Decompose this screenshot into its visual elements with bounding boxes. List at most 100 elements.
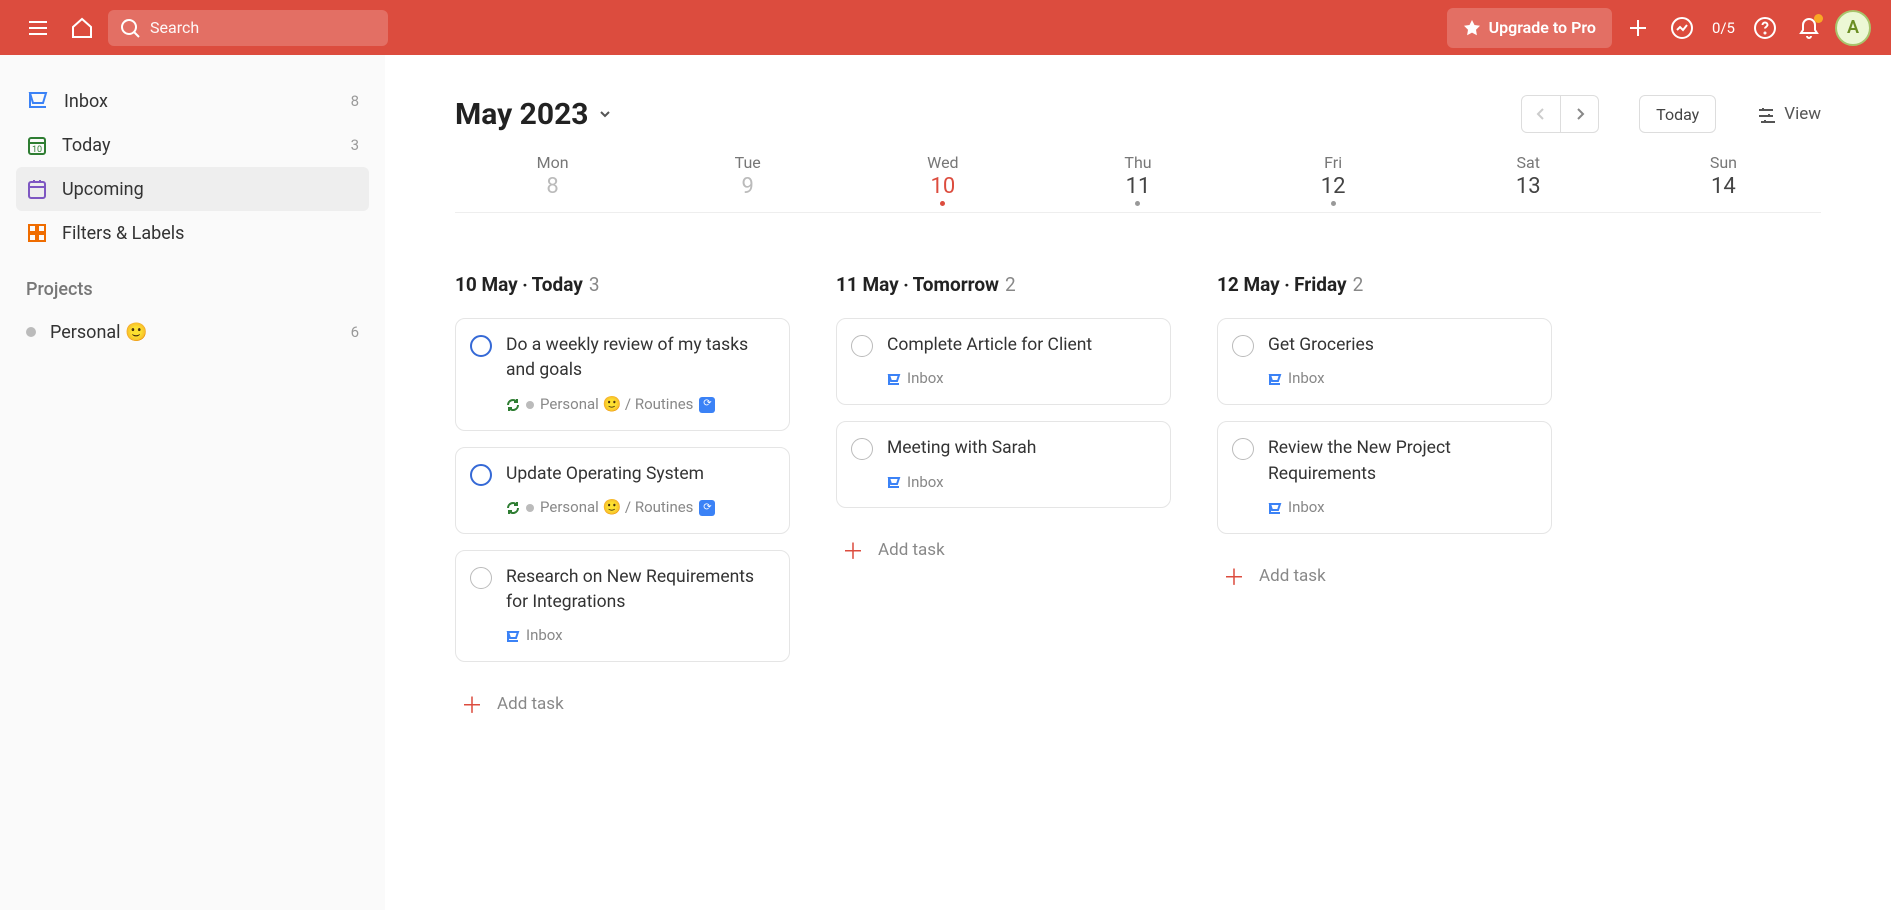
day-cell[interactable]: Fri 12 [1236,153,1431,206]
prev-week-button[interactable] [1522,96,1560,132]
sidebar-item-upcoming[interactable]: Upcoming [16,167,369,211]
upgrade-button[interactable]: Upgrade to Pro [1447,8,1612,48]
content: May 2023 Today View Mon 8Tue 9Wed 10Thu 11Fr… [385,55,1891,910]
sidebar: Inbox810Today3UpcomingFilters & LabelsPr… [0,55,385,910]
productivity-icon[interactable] [1664,10,1700,46]
nav-label: Upcoming [62,179,144,200]
day-of-week: Fri [1236,153,1431,172]
add-task-label: Add task [878,540,945,560]
day-number: 8 [455,174,650,199]
repeat-badge-icon: ⟳ [699,397,715,413]
board-columns: 10 May ‧ Today3 Do a weekly review of my … [455,273,1821,730]
task-card[interactable]: Do a weekly review of my tasks and goals… [455,318,790,431]
plus-icon: ＋ [842,534,864,566]
column-count: 2 [1005,273,1016,296]
menu-icon[interactable] [20,10,56,46]
task-card[interactable]: Complete Article for ClientInbox [836,318,1171,405]
quick-add-icon[interactable] [1620,10,1656,46]
task-checkbox[interactable] [470,464,492,486]
day-cell[interactable]: Sat13 [1431,153,1626,206]
sidebar-item-inbox[interactable]: Inbox8 [16,79,369,123]
day-number: 11 [1040,174,1235,199]
search-input[interactable] [150,18,350,37]
nav-label: Today [62,135,110,156]
nav-label: Filters & Labels [62,223,184,244]
task-checkbox[interactable] [470,567,492,589]
day-column: 12 May ‧ Friday2 Get Groceries Inbox Review… [1217,273,1552,730]
help-icon[interactable] [1747,10,1783,46]
productivity-count: 0/5 [1712,19,1735,37]
inbox-icon [1268,372,1282,386]
day-number: 10 [845,174,1040,199]
sidebar-item-filters-labels[interactable]: Filters & Labels [16,211,369,255]
chevron-down-icon [597,106,613,122]
projects-heading[interactable]: Projects [16,255,369,310]
day-dot [1135,201,1140,206]
day-number: 13 [1431,174,1626,199]
plus-icon: ＋ [461,688,483,720]
day-of-week: Thu [1040,153,1235,172]
task-card[interactable]: Review the New Project RequirementsInbox [1217,421,1552,534]
project-item[interactable]: Personal 🙂6 [16,310,369,354]
week-nav [1521,95,1599,133]
day-cell[interactable]: Tue 9 [650,153,845,206]
notification-dot [1814,14,1823,23]
task-card[interactable]: Update Operating System Personal 🙂 / Rout… [455,447,790,534]
day-of-week: Mon [455,153,650,172]
project-dot-icon [26,327,36,337]
search-box[interactable] [108,10,388,46]
column-title: 12 May ‧ Friday2 [1217,273,1552,296]
home-icon[interactable] [64,10,100,46]
view-button[interactable]: View [1756,104,1821,124]
day-number: 12 [1236,174,1431,199]
task-checkbox[interactable] [851,335,873,357]
next-week-button[interactable] [1560,96,1598,132]
task-title: Meeting with Sarah [887,436,1036,461]
upgrade-label: Upgrade to Pro [1489,18,1596,37]
column-count: 2 [1353,273,1364,296]
task-checkbox[interactable] [1232,335,1254,357]
sidebar-item-today[interactable]: 10Today3 [16,123,369,167]
task-title: Research on New Requirements for Integra… [506,565,773,616]
task-project: Personal 🙂 / Routines [540,497,693,519]
column-title: 10 May ‧ Today3 [455,273,790,296]
day-cell[interactable]: Wed 10 [845,153,1040,206]
task-checkbox[interactable] [470,335,492,357]
svg-text:10: 10 [32,145,42,155]
add-task-label: Add task [1259,566,1326,586]
day-cell[interactable]: Sun14 [1626,153,1821,206]
day-number: 9 [650,174,845,199]
add-task-button[interactable]: ＋Add task [455,678,790,730]
task-project: Inbox [1288,368,1325,390]
column-count: 3 [589,273,600,296]
day-cell[interactable]: Mon 8 [455,153,650,206]
search-icon [120,18,140,38]
inbox-icon [506,629,520,643]
nav-count: 8 [351,92,359,110]
day-of-week: Wed [845,153,1040,172]
task-title: Complete Article for Client [887,333,1092,358]
day-column: 11 May ‧ Tomorrow2 Complete Article for C… [836,273,1171,730]
day-dot [940,201,945,206]
sliders-icon [1756,104,1776,124]
task-title: Update Operating System [506,462,715,487]
project-dot-icon [526,401,534,409]
task-card[interactable]: Research on New Requirements for Integra… [455,550,790,663]
avatar[interactable]: A [1835,10,1871,46]
task-card[interactable]: Meeting with SarahInbox [836,421,1171,508]
task-title: Get Groceries [1268,333,1374,358]
add-task-button[interactable]: ＋Add task [1217,550,1552,602]
month-picker[interactable]: May 2023 [455,97,613,132]
task-checkbox[interactable] [851,438,873,460]
task-card[interactable]: Get Groceries Inbox [1217,318,1552,405]
notifications-icon[interactable] [1791,10,1827,46]
column-title: 11 May ‧ Tomorrow2 [836,273,1171,296]
nav-icon [26,222,48,244]
day-of-week: Tue [650,153,845,172]
task-title: Do a weekly review of my tasks and goals [506,333,773,384]
today-button[interactable]: Today [1639,95,1716,133]
inbox-icon [887,475,901,489]
add-task-button[interactable]: ＋ Add task [836,524,1171,576]
task-checkbox[interactable] [1232,438,1254,460]
day-cell[interactable]: Thu 11 [1040,153,1235,206]
